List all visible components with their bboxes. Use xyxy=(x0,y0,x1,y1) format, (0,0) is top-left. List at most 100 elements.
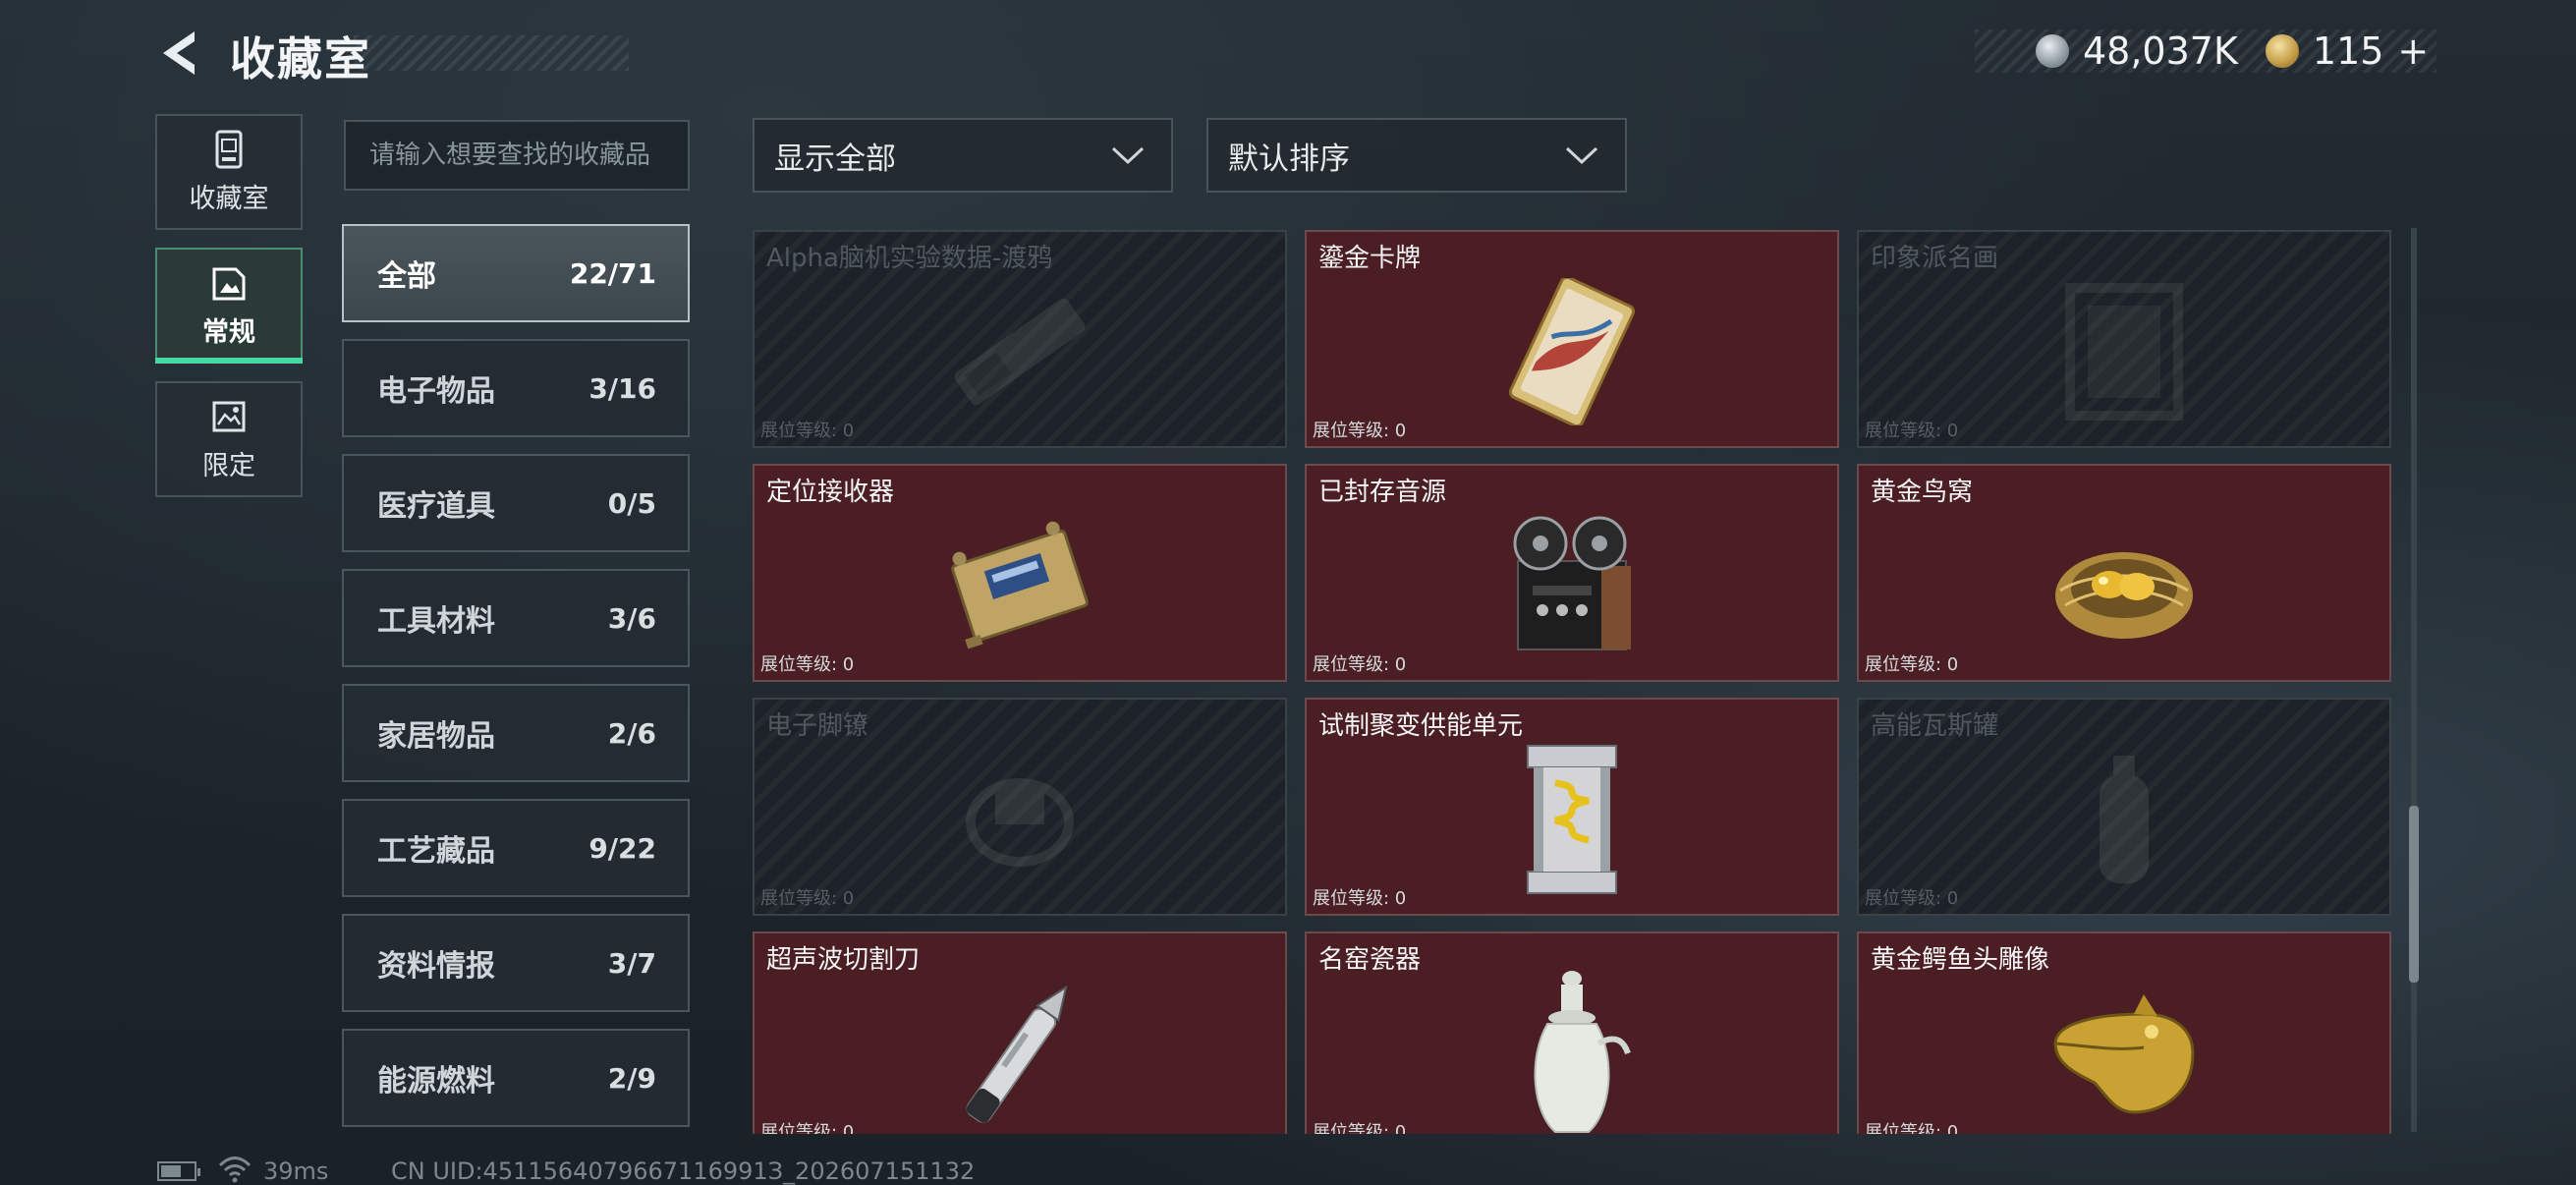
display-level: 展位等级: 0 xyxy=(1313,1122,1407,1134)
collection-card-golden-nest[interactable]: 黄金鸟窝 展位等级: 0 xyxy=(1857,464,2391,682)
item-name: 已封存音源 xyxy=(1318,478,1447,507)
ultrasonic-cutter-icon xyxy=(966,985,1068,1123)
nav-label: 限定 xyxy=(202,450,255,481)
display-level: 展位等级: 0 xyxy=(760,421,855,441)
wifi-icon xyxy=(218,1157,252,1183)
golden-crocodile-icon xyxy=(2053,994,2195,1114)
collection-card-ultrasonic-cutter[interactable]: 超声波切割刀 展位等级: 0 xyxy=(753,931,1287,1134)
golden-nest-icon xyxy=(2055,552,2193,640)
item-name: 黄金鳄鱼头雕像 xyxy=(1871,945,2050,975)
category-electronics[interactable]: 电子物品 3/16 xyxy=(342,339,690,437)
chevron-down-icon xyxy=(1111,146,1145,165)
collection-card-alpha-data[interactable]: Alpha脑机实验数据-渡鸦 展位等级: 0 xyxy=(753,230,1287,448)
item-name: 高能瓦斯罐 xyxy=(1871,711,1999,741)
grid-scrollbar-thumb[interactable] xyxy=(2409,806,2419,983)
chevron-down-icon xyxy=(1565,146,1598,165)
collection-grid: Alpha脑机实验数据-渡鸦 展位等级: 0 鎏金卡牌 展位等级: 0 印象派名… xyxy=(753,230,2397,1134)
silver-amount: 48,037K xyxy=(2083,29,2238,73)
item-name: 黄金鸟窝 xyxy=(1871,478,1974,507)
gas-canister-icon xyxy=(2100,756,2149,884)
category-energy[interactable]: 能源燃料 2/9 xyxy=(342,1029,690,1127)
collection-card-gilded-card[interactable]: 鎏金卡牌 展位等级: 0 xyxy=(1305,230,1839,448)
category-all[interactable]: 全部 22/71 xyxy=(342,224,690,322)
sort-value: 默认排序 xyxy=(1228,141,1350,177)
item-name: 试制聚变供能单元 xyxy=(1318,711,1524,741)
category-name: 资料情报 xyxy=(377,949,495,984)
collection-card-fusion-cell[interactable]: 试制聚变供能单元 展位等级: 0 xyxy=(1305,698,1839,916)
category-name: 全部 xyxy=(377,259,436,294)
painting-icon xyxy=(2065,283,2183,422)
category-count: 3/7 xyxy=(607,946,656,980)
collection-card-ankle-monitor[interactable]: 电子脚镣 展位等级: 0 xyxy=(753,698,1287,916)
display-level: 展位等级: 0 xyxy=(1865,888,1959,909)
porcelain-vase-icon xyxy=(1534,971,1631,1134)
grid-scrollbar[interactable] xyxy=(2411,228,2417,1132)
category-crafts[interactable]: 工艺藏品 9/22 xyxy=(342,799,690,897)
category-name: 医疗道具 xyxy=(377,489,495,524)
search-input[interactable] xyxy=(344,120,690,191)
category-count: 2/6 xyxy=(607,716,656,750)
category-count: 3/16 xyxy=(588,371,656,405)
item-name: Alpha脑机实验数据-渡鸦 xyxy=(766,244,1053,273)
back-arrow-icon[interactable] xyxy=(155,28,206,79)
display-level: 展位等级: 0 xyxy=(1313,421,1407,441)
gilded-card-icon xyxy=(1508,278,1636,426)
collection-card-painting[interactable]: 印象派名画 展位等级: 0 xyxy=(1857,230,2391,448)
nav-limited[interactable]: 限定 xyxy=(155,381,303,497)
item-name: 印象派名画 xyxy=(1871,244,1999,273)
filter-value: 显示全部 xyxy=(774,141,896,177)
display-case-icon xyxy=(215,130,243,168)
silver-coin-icon xyxy=(2036,34,2069,68)
display-level: 展位等级: 0 xyxy=(1865,1122,1959,1134)
category-count: 3/6 xyxy=(607,601,656,635)
display-level: 展位等级: 0 xyxy=(1865,421,1959,441)
display-level: 展位等级: 0 xyxy=(1313,654,1407,675)
receiver-icon xyxy=(951,521,1089,649)
ping-readout: 39ms xyxy=(263,1157,329,1185)
nav-collection-room[interactable]: 收藏室 xyxy=(155,114,303,230)
category-count: 2/9 xyxy=(607,1061,656,1095)
category-tools[interactable]: 工具材料 3/6 xyxy=(342,569,690,667)
category-count: 9/22 xyxy=(588,831,656,865)
ankle-monitor-icon xyxy=(966,778,1074,868)
category-count: 22/71 xyxy=(569,256,656,290)
category-household[interactable]: 家居物品 2/6 xyxy=(342,684,690,782)
filter-dropdown[interactable]: 显示全部 xyxy=(753,118,1173,193)
tape-recorder-icon xyxy=(1513,516,1631,651)
category-name: 电子物品 xyxy=(377,374,495,409)
picture-icon xyxy=(212,401,246,431)
gold-coin-icon xyxy=(2265,34,2299,68)
collection-card-sealed-audio[interactable]: 已封存音源 展位等级: 0 xyxy=(1305,464,1839,682)
item-name: 名窑瓷器 xyxy=(1318,945,1422,975)
nav-label: 收藏室 xyxy=(189,183,269,214)
display-level: 展位等级: 0 xyxy=(760,1122,855,1134)
title-decoration xyxy=(354,35,629,71)
collection-card-receiver[interactable]: 定位接收器 展位等级: 0 xyxy=(753,464,1287,682)
battery-icon xyxy=(157,1161,200,1181)
category-name: 能源燃料 xyxy=(377,1064,495,1099)
category-count: 0/5 xyxy=(607,486,656,520)
category-name: 工具材料 xyxy=(377,604,495,639)
display-level: 展位等级: 0 xyxy=(760,888,855,909)
nav-label: 常规 xyxy=(202,316,255,348)
gold-amount: 115 xyxy=(2312,29,2384,73)
category-intel[interactable]: 资料情报 3/7 xyxy=(342,914,690,1012)
display-level: 展位等级: 0 xyxy=(1313,888,1407,909)
currency-bar: 48,037K 115 + xyxy=(1975,29,2436,73)
category-name: 工艺藏品 xyxy=(377,834,495,869)
display-level: 展位等级: 0 xyxy=(1865,654,1959,675)
category-medical[interactable]: 医疗道具 0/5 xyxy=(342,454,690,552)
page-title: 收藏室 xyxy=(230,32,371,85)
collection-card-gas-canister[interactable]: 高能瓦斯罐 展位等级: 0 xyxy=(1857,698,2391,916)
collection-card-porcelain[interactable]: 名窑瓷器 展位等级: 0 xyxy=(1305,931,1839,1134)
display-level: 展位等级: 0 xyxy=(760,654,855,675)
item-name: 超声波切割刀 xyxy=(766,945,921,975)
item-name: 定位接收器 xyxy=(766,478,895,507)
fusion-cell-icon xyxy=(1527,745,1617,895)
add-currency-button[interactable]: + xyxy=(2397,29,2429,73)
nav-regular[interactable]: 常规 xyxy=(155,248,303,364)
sort-dropdown[interactable]: 默认排序 xyxy=(1206,118,1627,193)
item-name: 电子脚镣 xyxy=(766,711,869,741)
collection-card-golden-crocodile[interactable]: 黄金鳄鱼头雕像 展位等级: 0 xyxy=(1857,931,2391,1134)
item-name: 鎏金卡牌 xyxy=(1318,244,1422,273)
